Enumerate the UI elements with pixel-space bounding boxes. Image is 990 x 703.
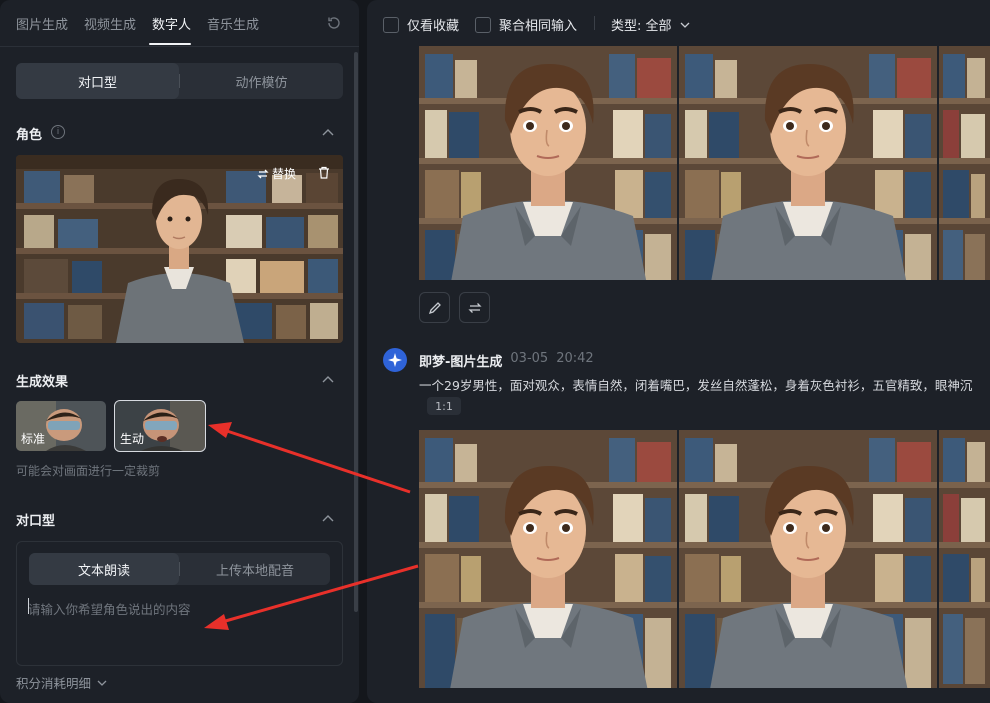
trash-icon[interactable] [318,166,330,179]
generated-portrait [939,430,990,688]
info-icon[interactable]: i [51,125,65,139]
chevron-down-icon [97,680,107,686]
segment-motion-mimic[interactable]: 动作模仿 [180,63,343,99]
divider [594,16,595,30]
edit-button[interactable] [419,292,450,323]
tab-video-gen[interactable]: 视频生成 [84,14,136,33]
message-time: 20:42 [556,351,594,366]
result-image[interactable] [419,46,677,280]
effect-label: 生动 [120,432,145,446]
type-dropdown[interactable]: 类型: 全部 [611,15,690,34]
message-date: 03-05 [510,351,549,366]
cost-label: 积分消耗明细 [16,676,92,691]
replace-label: 替换 [272,167,297,181]
chevron-up-icon[interactable] [322,514,334,522]
crop-hint: 可能会对画面进行一定裁剪 [16,464,161,478]
sender-name: 即梦-图片生成 [419,355,503,370]
prompt-text[interactable]: 一个29岁男性，面对观众，表情自然，闭着嘴巴，发丝自然蓬松，身着灰色衬衫，五官精… [419,375,990,394]
chevron-up-icon[interactable] [322,375,334,383]
scrollbar[interactable] [354,52,358,612]
effect-option-vivid[interactable]: 生动 [114,400,206,452]
generated-portrait [939,46,990,280]
favorites-label: 仅看收藏 [407,19,460,34]
generated-portrait [419,46,677,280]
character-portrait [16,155,343,343]
segment-text-reading[interactable]: 文本朗读 [29,553,179,585]
tab-image-gen[interactable]: 图片生成 [16,14,68,33]
lip-section-title: 对口型 [16,514,56,529]
chevron-up-icon[interactable] [322,128,334,136]
refresh-icon[interactable] [326,15,342,31]
tab-music-gen[interactable]: 音乐生成 [207,14,259,33]
dreamina-logo [383,348,407,372]
result-image[interactable] [679,430,937,688]
character-image[interactable] [16,155,343,343]
sparkle-icon [388,353,402,367]
effect-section-title: 生成效果 [16,375,69,390]
top-tabs: 图片生成 视频生成 数字人 音乐生成 [0,0,359,47]
type-label: 类型: 全部 [611,19,672,34]
role-section-title: 角色 [16,128,43,143]
result-image[interactable] [419,430,677,688]
pencil-icon [428,301,441,314]
message-header: 即梦-图片生成 03-05 20:42 [419,351,594,370]
result-image[interactable] [939,46,990,280]
result-image[interactable] [679,46,937,280]
ratio-badge: 1:1 [427,397,461,415]
mode-segment: 对口型 动作模仿 [16,63,343,99]
left-panel: 图片生成 视频生成 数字人 音乐生成 对口型 动作模仿 角色 i 替换 生成效果… [0,0,359,703]
replace-button[interactable]: 替换 [257,165,296,182]
regenerate-button[interactable] [459,292,490,323]
generated-portrait [679,46,937,280]
lip-source-segment: 文本朗读 上传本地配音 [29,553,330,585]
cost-detail-toggle[interactable]: 积分消耗明细 [16,673,107,692]
effect-option-standard[interactable]: 标准 [16,401,106,451]
swap-icon [467,302,482,313]
favorites-filter[interactable]: 仅看收藏 [383,15,459,34]
checkbox[interactable] [383,16,399,33]
tab-digital-human[interactable]: 数字人 [152,14,191,33]
checkbox[interactable] [475,16,491,33]
text-caret [28,598,29,614]
result-image[interactable] [939,430,990,688]
merge-filter[interactable]: 聚合相同输入 [475,15,577,34]
active-tab-indicator [149,43,191,45]
generated-portrait [419,430,677,688]
merge-label: 聚合相同输入 [499,19,578,34]
swap-icon [257,169,269,178]
segment-lip-sync[interactable]: 对口型 [16,63,179,99]
chevron-down-icon [680,22,689,28]
speech-text-input[interactable]: 请输入你希望角色说出的内容 [28,599,191,618]
generated-portrait [679,430,937,688]
segment-upload-audio[interactable]: 上传本地配音 [180,553,330,585]
effect-label: 标准 [21,432,46,446]
